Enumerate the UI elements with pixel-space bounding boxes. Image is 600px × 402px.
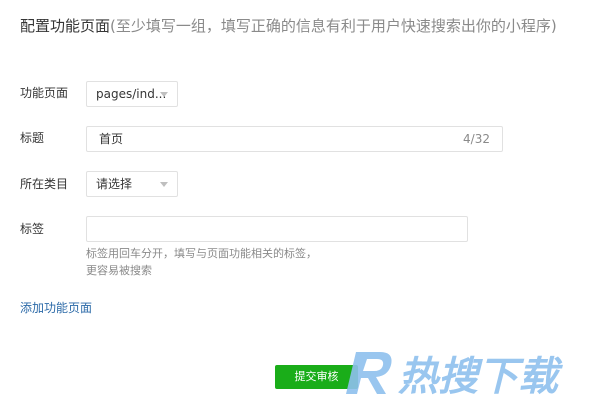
tags-input[interactable] (86, 216, 468, 242)
watermark-logo: 热搜下载 (346, 352, 563, 400)
page-title-main: 配置功能页面 (20, 17, 111, 35)
chevron-down-icon (160, 92, 168, 97)
category-select[interactable]: 请选择 (86, 171, 178, 197)
category-select-value: 请选择 (96, 177, 133, 191)
function-page-select-value: pages/ind... (96, 87, 167, 101)
watermark-text: 热搜下载 (398, 354, 563, 400)
chevron-down-icon (160, 182, 168, 187)
add-function-page-link[interactable]: 添加功能页面 (20, 299, 92, 317)
page-title: 配置功能页面(至少填写一组，填写正确的信息有利于用户快速搜索出你的小程序) (20, 14, 557, 38)
function-page-label: 功能页面 (20, 86, 69, 100)
tags-label: 标签 (20, 222, 45, 236)
title-input[interactable]: 首页 4/32 (86, 126, 503, 152)
title-input-value: 首页 (99, 132, 124, 146)
tags-hint-line1: 标签用回车分开，填写与页面功能相关的标签， (86, 247, 317, 260)
title-label: 标题 (20, 131, 45, 145)
page-title-subtitle: (至少填写一组，填写正确的信息有利于用户快速搜索出你的小程序) (110, 17, 557, 35)
function-page-select[interactable]: pages/ind... (86, 81, 178, 107)
category-label: 所在类目 (20, 177, 69, 191)
title-char-counter: 4/32 (463, 132, 490, 146)
tags-hint-line2: 更容易被搜索 (86, 264, 152, 277)
